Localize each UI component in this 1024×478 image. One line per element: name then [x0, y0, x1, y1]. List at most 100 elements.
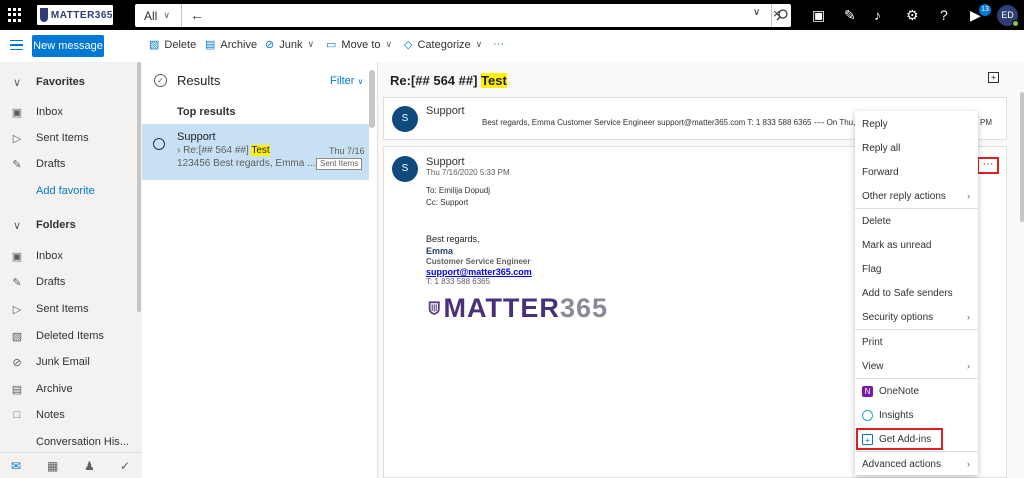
menu-item-mark-unread[interactable]: Mark as unread: [855, 233, 978, 257]
sidebar-scrollbar[interactable]: [137, 62, 141, 312]
tasks-icon[interactable]: ✓: [120, 459, 130, 473]
avatar[interactable]: ED: [997, 5, 1019, 27]
folders-header[interactable]: ∨ Folders: [0, 212, 136, 238]
menu-item-advanced-actions[interactable]: Advanced actions ›: [855, 452, 978, 476]
archive-icon: ▤: [205, 39, 216, 51]
mail-icon[interactable]: ✉: [11, 459, 21, 473]
teams-chat-icon[interactable]: ▣: [812, 7, 825, 23]
chevron-down-icon: ∨: [163, 10, 170, 20]
folders-label: Folders: [36, 219, 76, 231]
people-icon[interactable]: ♟: [84, 459, 95, 473]
chevron-down-icon[interactable]: ∨: [753, 7, 760, 18]
insights-icon: [862, 409, 873, 421]
menu-item-label: OneNote: [879, 385, 920, 397]
time-suffix: PM: [980, 118, 992, 127]
favorites-header[interactable]: ∨ Favorites: [0, 69, 136, 95]
body-name: Emma: [426, 246, 454, 256]
chevron-right-icon: ›: [967, 361, 970, 371]
menu-item-label: Reply all: [862, 142, 901, 154]
sidebar-item-junk[interactable]: ⊘ Junk Email: [0, 349, 136, 375]
sidebar-item-label: Notes: [36, 409, 65, 421]
pencil-icon: ✎: [12, 276, 22, 289]
categorize-button[interactable]: ◇ Categorize ∨: [404, 38, 482, 52]
move-to-button[interactable]: ▭ Move to ∨: [326, 38, 393, 52]
sidebar-item-fav-inbox[interactable]: ▣ Inbox: [0, 99, 136, 125]
menu-item-add-safe-senders[interactable]: Add to Safe senders: [855, 281, 978, 305]
new-message-button[interactable]: New message: [32, 35, 104, 57]
gear-icon[interactable]: ⚙: [906, 7, 919, 23]
cc-line: Cc: Support: [426, 198, 469, 207]
sidebar-item-label: Conversation His...: [36, 436, 129, 448]
hamburger-icon[interactable]: [10, 40, 23, 50]
command-bar: New message ▧ Delete ▤ Archive ⊘ Junk ∨ …: [0, 30, 1024, 62]
menu-item-reply[interactable]: Reply: [855, 112, 978, 136]
popout-icon[interactable]: +: [988, 72, 999, 83]
sidebar-item-fav-drafts[interactable]: ✎ Drafts: [0, 151, 136, 177]
search-scope-dropdown[interactable]: All ∨: [135, 4, 182, 27]
logo-text: MATTER365: [50, 9, 113, 21]
menu-item-other-reply-actions[interactable]: Other reply actions ›: [855, 184, 978, 208]
menu-item-insights[interactable]: Insights: [855, 403, 978, 427]
menu-item-label: Reply: [862, 118, 888, 130]
search-box[interactable]: All ∨ ← ∨ ×: [135, 4, 791, 27]
sidebar-item-drafts[interactable]: ✎ Drafts: [0, 269, 136, 295]
sidebar-item-label: Deleted Items: [36, 330, 104, 342]
get-add-ins-highlight: [856, 428, 943, 450]
junk-button[interactable]: ⊘ Junk ∨: [265, 38, 315, 52]
menu-item-forward[interactable]: Forward: [855, 160, 978, 184]
brand-logo[interactable]: MATTER365: [37, 5, 113, 25]
menu-item-label: Insights: [879, 409, 914, 421]
calendar-icon[interactable]: ▦: [47, 459, 58, 473]
delete-button[interactable]: ▧ Delete: [149, 38, 196, 52]
add-favorite-link[interactable]: Add favorite: [0, 178, 136, 204]
menu-item-label: Security options: [862, 311, 934, 323]
back-arrow-icon[interactable]: ←: [190, 7, 204, 23]
inbox-icon: ▣: [11, 106, 23, 119]
list-item[interactable]: Support › Re:[## 564 ##] Test Thu 7/16 1…: [142, 124, 369, 180]
junk-label: Junk: [279, 38, 303, 51]
reading-subject: Re:[## 564 ##] Test: [390, 73, 507, 88]
menu-item-print[interactable]: Print: [855, 330, 978, 354]
more-commands-button[interactable]: ···: [493, 38, 504, 50]
chevron-down-icon: ∨: [307, 39, 315, 49]
archive-icon: ▤: [11, 383, 23, 396]
select-radio[interactable]: [153, 138, 165, 150]
menu-item-reply-all[interactable]: Reply all: [855, 136, 978, 160]
sidebar-item-label: Junk Email: [36, 356, 90, 368]
menu-item-delete[interactable]: Delete: [855, 209, 978, 233]
app-launcher-icon[interactable]: [8, 8, 22, 22]
chevron-down-icon: ∨: [12, 219, 22, 232]
menu-item-label: Other reply actions: [862, 190, 946, 202]
filter-button[interactable]: Filter ∨: [330, 75, 363, 87]
chevron-down-icon: ∨: [12, 76, 22, 89]
more-actions-button[interactable]: ···: [977, 157, 999, 174]
body-email-link[interactable]: support@matter365.com: [426, 267, 532, 277]
help-icon[interactable]: ?: [940, 7, 948, 23]
trash-icon: ▧: [149, 39, 160, 51]
search-button[interactable]: [771, 4, 791, 27]
todo-icon[interactable]: ✎: [844, 7, 856, 23]
menu-item-label: Forward: [862, 166, 899, 178]
chevron-right-icon[interactable]: ›: [177, 145, 180, 156]
bell-icon[interactable]: ♪: [874, 7, 881, 23]
section-header: Top results: [177, 106, 236, 118]
sidebar-item-inbox[interactable]: ▣ Inbox: [0, 243, 136, 269]
sidebar-item-archive[interactable]: ▤ Archive: [0, 376, 136, 402]
subject: › Re:[## 564 ##] Test: [177, 145, 270, 156]
chevron-down-icon: ∨: [385, 39, 393, 49]
archive-button[interactable]: ▤ Archive: [205, 38, 257, 52]
shield-icon: [428, 301, 440, 315]
sidebar-item-sent[interactable]: ▷ Sent Items: [0, 296, 136, 322]
reading-scrollbar[interactable]: [1020, 92, 1024, 222]
list-scrollbar[interactable]: [369, 70, 375, 128]
menu-item-flag[interactable]: Flag: [855, 257, 978, 281]
menu-item-view[interactable]: View ›: [855, 354, 978, 378]
sidebar-item-notes[interactable]: □ Notes: [0, 402, 136, 428]
sender-name[interactable]: Support: [426, 156, 465, 168]
menu-item-security-options[interactable]: Security options ›: [855, 305, 978, 329]
select-all-checkbox[interactable]: ✓: [154, 74, 167, 87]
pencil-icon: ✎: [12, 158, 22, 171]
menu-item-onenote[interactable]: N OneNote: [855, 379, 978, 403]
sidebar-item-deleted[interactable]: ▧ Deleted Items: [0, 323, 136, 349]
sidebar-item-fav-sent[interactable]: ▷ Sent Items: [0, 125, 136, 151]
